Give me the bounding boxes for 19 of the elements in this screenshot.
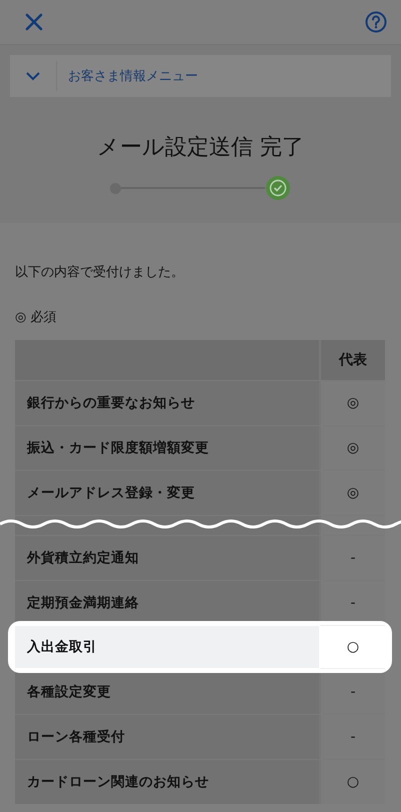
row-label: カードローン関連のお知らせ xyxy=(15,760,319,804)
row-label: 入出金取引 xyxy=(15,625,319,669)
close-icon xyxy=(24,12,44,32)
help-button[interactable] xyxy=(365,11,387,33)
row-label: ローン各種受付 xyxy=(15,715,319,759)
row-label: 各種設定変更 xyxy=(15,670,319,714)
help-icon xyxy=(365,11,387,33)
customer-menu-dropdown[interactable]: お客さま情報メニュー xyxy=(10,55,391,97)
row-label: メールアドレス登録・変更 xyxy=(15,471,319,515)
row-label: 銀行からの重要なお知らせ xyxy=(15,381,319,425)
chevron-down-icon xyxy=(25,71,41,81)
row-label: 振込・カード限度額増額変更 xyxy=(15,426,319,470)
page-title: メール設定送信 完了 xyxy=(96,135,305,161)
confirmation-message: 以下の内容で受付けました。 xyxy=(15,264,185,282)
column-header: 代表 xyxy=(319,340,385,380)
table-cell: ○ xyxy=(319,625,385,669)
row-label: 外貨積立約定通知 xyxy=(15,536,319,580)
required-legend: ◎ 必須 xyxy=(15,308,385,328)
close-button[interactable] xyxy=(24,12,44,32)
